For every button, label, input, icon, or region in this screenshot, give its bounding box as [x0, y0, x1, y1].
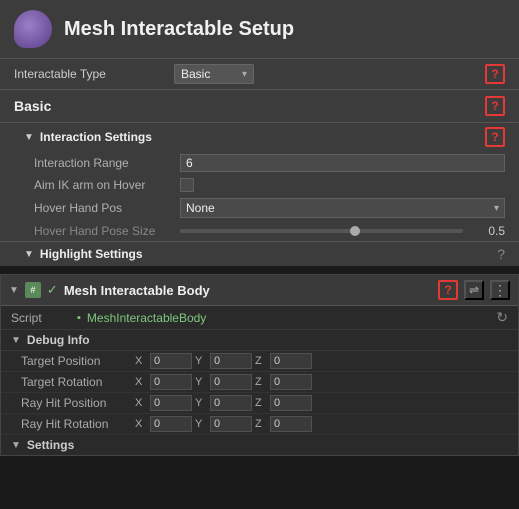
- target-position-label: Target Position: [21, 354, 131, 368]
- target-rot-y-label: Y: [195, 376, 207, 388]
- ray-hit-rotation-row: Ray Hit Rotation X Y Z: [1, 414, 518, 435]
- ray-pos-y-input[interactable]: [210, 395, 252, 411]
- hover-hand-pos-select[interactable]: None ▾: [180, 198, 505, 218]
- settings-label: Settings: [27, 438, 74, 452]
- target-position-row: Target Position X Y Z: [1, 351, 518, 372]
- highlight-settings-label: Highlight Settings: [40, 247, 143, 261]
- target-rotation-label: Target Rotation: [21, 375, 131, 389]
- component-settings-button[interactable]: ⇌: [464, 280, 484, 300]
- ray-rot-y-label: Y: [195, 418, 207, 430]
- ray-rot-y-input[interactable]: [210, 416, 252, 432]
- hover-hand-pose-size-label: Hover Hand Pose Size: [34, 224, 174, 238]
- interaction-settings-help-button[interactable]: ?: [485, 127, 505, 147]
- interaction-settings-header[interactable]: ▼ Interaction Settings ?: [0, 122, 519, 151]
- highlight-settings-header[interactable]: ▼ Highlight Settings ?: [0, 241, 519, 266]
- component-menu-button[interactable]: ⋮: [490, 280, 510, 300]
- interactable-type-right: Basic ▾: [174, 64, 485, 84]
- interaction-settings-label: Interaction Settings: [40, 130, 152, 144]
- bottom-title-bar: ▼ # ✓ Mesh Interactable Body ? ⇌ ⋮: [1, 275, 518, 306]
- target-pos-z-input[interactable]: [270, 353, 312, 369]
- target-pos-x-label: X: [135, 355, 147, 367]
- ray-hit-position-xyz: X Y Z: [135, 395, 508, 411]
- hover-hand-pose-size-slider[interactable]: [180, 229, 463, 233]
- component-icon: #: [25, 282, 41, 298]
- ray-pos-x-label: X: [135, 397, 147, 409]
- hover-hand-pos-value: None: [186, 201, 215, 215]
- ray-rot-x-label: X: [135, 418, 147, 430]
- target-position-xyz: X Y Z: [135, 353, 508, 369]
- target-rot-x-input[interactable]: [150, 374, 192, 390]
- interaction-range-label: Interaction Range: [34, 156, 174, 170]
- interactable-type-value: Basic: [181, 67, 210, 81]
- interaction-settings-tri-icon: ▼: [24, 132, 34, 143]
- debug-info-header[interactable]: ▼ Debug Info: [1, 330, 518, 351]
- script-label: Script: [11, 311, 71, 325]
- slider-thumb: [350, 226, 360, 236]
- target-rot-z-label: Z: [255, 376, 267, 388]
- ray-pos-z-input[interactable]: [270, 395, 312, 411]
- aim-ik-label: Aim IK arm on Hover: [34, 178, 174, 192]
- ray-pos-y-label: Y: [195, 397, 207, 409]
- target-pos-y-input[interactable]: [210, 353, 252, 369]
- component-title: Mesh Interactable Body: [64, 283, 210, 298]
- ray-rot-z-input[interactable]: [270, 416, 312, 432]
- interaction-range-input[interactable]: [180, 154, 505, 172]
- hover-hand-pos-label: Hover Hand Pos: [34, 201, 174, 215]
- component-help-button[interactable]: ?: [438, 280, 458, 300]
- debug-tri-icon: ▼: [11, 335, 21, 346]
- script-row: Script ▪ MeshInteractableBody ↻: [1, 306, 518, 330]
- target-rot-z-input[interactable]: [270, 374, 312, 390]
- interactable-type-label: Interactable Type: [14, 67, 174, 81]
- ray-rot-z-label: Z: [255, 418, 267, 430]
- hover-hand-pos-row: Hover Hand Pos None ▾: [0, 195, 519, 221]
- ray-pos-x-input[interactable]: [150, 395, 192, 411]
- aim-ik-checkbox[interactable]: [180, 178, 194, 192]
- script-value: MeshInteractableBody: [87, 311, 206, 325]
- debug-info-label: Debug Info: [27, 333, 90, 347]
- ray-hit-position-row: Ray Hit Position X Y Z: [1, 393, 518, 414]
- settings-tri-icon: ▼: [11, 440, 21, 451]
- app-title: Mesh Interactable Setup: [64, 18, 294, 41]
- title-bar: Mesh Interactable Setup: [0, 0, 519, 58]
- ray-rot-x-input[interactable]: [150, 416, 192, 432]
- ray-hit-rotation-xyz: X Y Z: [135, 416, 508, 432]
- hover-hand-pose-size-row: Hover Hand Pose Size 0.5: [0, 221, 519, 241]
- target-pos-x-input[interactable]: [150, 353, 192, 369]
- hover-hand-pos-arrow-icon: ▾: [494, 203, 499, 214]
- bottom-panel: ▼ # ✓ Mesh Interactable Body ? ⇌ ⋮ Scrip…: [0, 274, 519, 456]
- highlight-settings-help-icon: ?: [497, 246, 505, 262]
- bottom-tri-icon: ▼: [9, 285, 19, 296]
- target-rot-y-input[interactable]: [210, 374, 252, 390]
- ray-hit-position-label: Ray Hit Position: [21, 396, 131, 410]
- target-rotation-row: Target Rotation X Y Z: [1, 372, 518, 393]
- interactable-type-row: Interactable Type Basic ▾ ?: [0, 58, 519, 89]
- basic-section-label: Basic: [14, 98, 51, 114]
- target-pos-z-label: Z: [255, 355, 267, 367]
- interaction-range-row: Interaction Range: [0, 151, 519, 175]
- interactable-type-dropdown[interactable]: Basic ▾: [174, 64, 254, 84]
- target-rotation-xyz: X Y Z: [135, 374, 508, 390]
- highlight-settings-tri-icon: ▼: [24, 249, 34, 260]
- ray-hit-rotation-label: Ray Hit Rotation: [21, 417, 131, 431]
- dropdown-arrow-icon: ▾: [242, 69, 247, 80]
- basic-section-header: Basic ?: [0, 89, 519, 122]
- hover-hand-pose-size-value: 0.5: [469, 224, 505, 238]
- top-panel: Mesh Interactable Setup Interactable Typ…: [0, 0, 519, 266]
- app-icon: [14, 10, 52, 48]
- interactable-type-help-button[interactable]: ?: [485, 64, 505, 84]
- ray-pos-z-label: Z: [255, 397, 267, 409]
- settings-header[interactable]: ▼ Settings: [1, 435, 518, 455]
- target-pos-y-label: Y: [195, 355, 207, 367]
- reload-icon[interactable]: ↻: [496, 309, 508, 326]
- basic-section-help-button[interactable]: ?: [485, 96, 505, 116]
- target-rot-x-label: X: [135, 376, 147, 388]
- aim-ik-row: Aim IK arm on Hover: [0, 175, 519, 195]
- script-file-icon: ▪: [77, 312, 81, 324]
- check-icon: ✓: [47, 282, 58, 298]
